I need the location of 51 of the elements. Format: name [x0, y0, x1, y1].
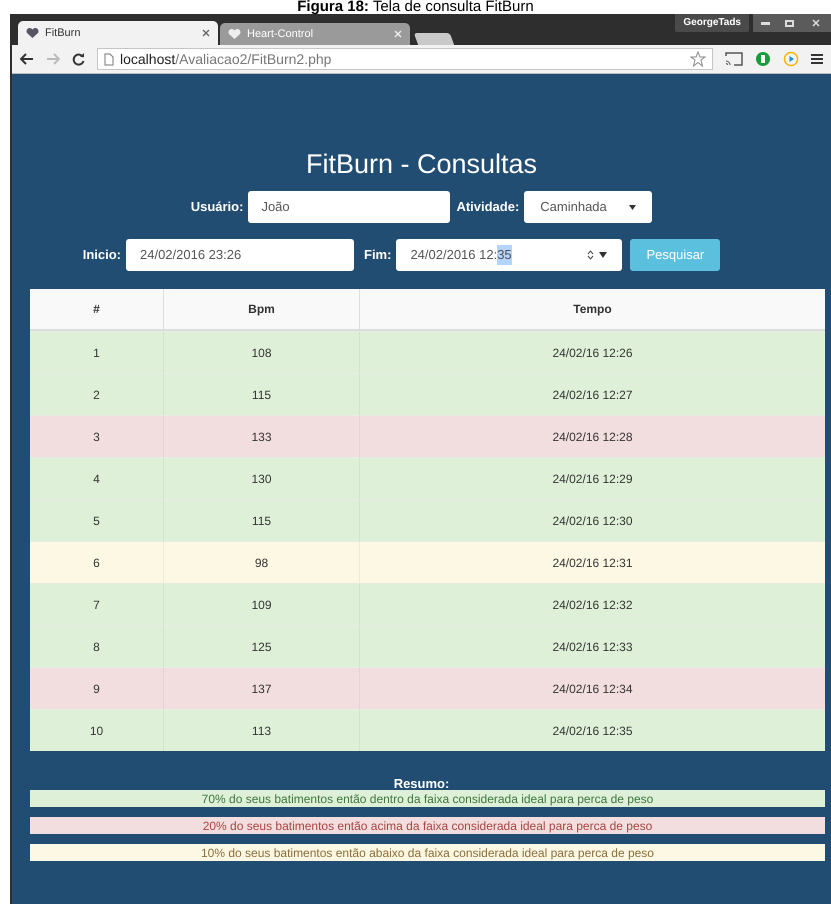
user-field[interactable]: João: [248, 191, 450, 223]
table-cell-text: 24/02/16 12:31: [551, 554, 634, 572]
column-header: Bpm: [164, 289, 360, 329]
url-path: /Avaliacao2/FitBurn2.php: [175, 50, 332, 66]
figure-caption: Figura 18: Tela de consulta FitBurn: [297, 0, 534, 14]
cast-icon[interactable]: [725, 52, 743, 66]
address-bar[interactable]: localhost/Avaliacao2/FitBurn2.php: [97, 48, 713, 70]
minimize-button[interactable]: [753, 14, 777, 32]
back-icon[interactable]: [20, 53, 34, 65]
field-label: Atividade:: [456, 198, 520, 216]
close-icon: [812, 19, 820, 27]
page-icon: [104, 52, 114, 66]
table-cell: 10: [30, 710, 164, 751]
field-label: Inicio:: [82, 246, 121, 264]
heart-icon: [26, 28, 39, 38]
table-cell-text: 24/02/16 12:30: [551, 512, 634, 530]
summary-alert: 20% do seus batimentos então acima da faixa considerada ideal para perca de peso: [30, 817, 825, 834]
table-cell-text: 24/02/16 12:27: [551, 386, 634, 404]
table-cell-text: 24/02/16 12:32: [551, 596, 634, 614]
spinner-icon[interactable]: [586, 250, 608, 260]
caret-icon: [629, 204, 636, 210]
heart-icon: [228, 28, 241, 40]
field-label: Usuário:: [190, 198, 244, 216]
menu-icon[interactable]: [811, 53, 823, 65]
summary-heading: Resumo:: [394, 777, 450, 790]
url-host: localhost: [120, 50, 176, 66]
new-tab-button[interactable]: [414, 33, 454, 45]
table-cell-text: 24/02/16 12:33: [551, 638, 634, 656]
page-title: FitBurn - Consultas: [306, 148, 538, 180]
table-cell-text: 24/02/16 12:34: [551, 680, 634, 698]
table-cell-text: 24/02/16 12:28: [551, 428, 634, 446]
browser-tab[interactable]: FitBurn: [18, 21, 218, 45]
table-cell-text: 24/02/16 12:26: [551, 344, 634, 362]
summary-alert: 70% do seus batimentos então dentro da faixa considerada ideal para perca de peso: [30, 790, 825, 807]
end-date-field[interactable]: 24/02/2016 12:35: [396, 239, 622, 271]
column-header: #: [30, 289, 164, 329]
summary-alert: 10% do seus batimentos então abaixo da faixa considerada ideal para perca de peso: [30, 844, 825, 861]
table-cell-text: 24/02/16 12:29: [551, 470, 634, 488]
close-icon[interactable]: [202, 29, 210, 37]
play-icon[interactable]: [783, 51, 799, 67]
table-cell-text: 24/02/16 12:35: [551, 722, 634, 740]
reload-icon[interactable]: [72, 52, 85, 66]
field-label: Fim:: [364, 246, 392, 264]
start-date-field[interactable]: 24/02/2016 23:26: [126, 239, 354, 271]
close-button[interactable]: [801, 14, 831, 32]
column-header: Tempo: [572, 301, 613, 318]
table-cell: 113: [164, 710, 360, 751]
extension-icon[interactable]: [755, 51, 771, 67]
activity-select[interactable]: Caminhada: [524, 191, 652, 223]
star-icon[interactable]: [690, 51, 706, 67]
profile-button[interactable]: GeorgeTads: [675, 14, 749, 32]
